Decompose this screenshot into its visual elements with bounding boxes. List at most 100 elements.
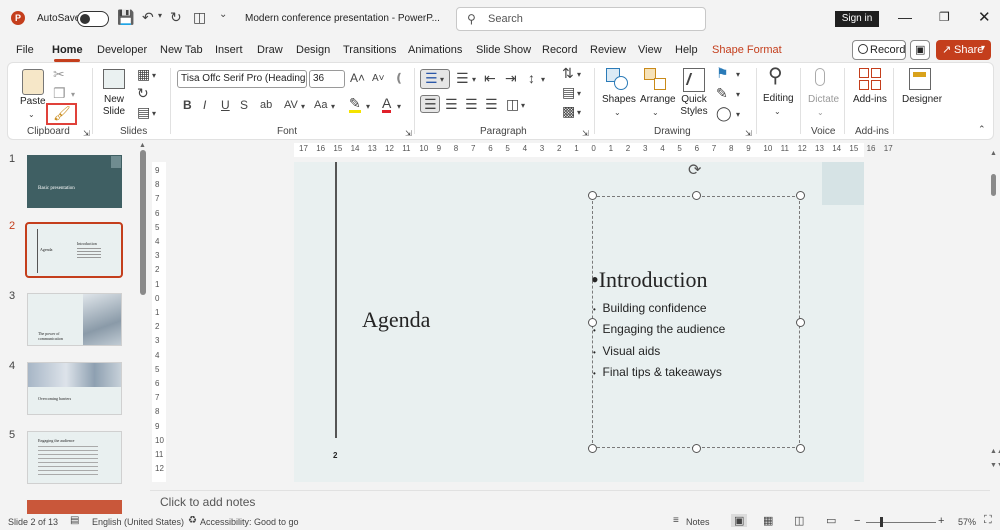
tab-view[interactable]: View <box>638 44 662 56</box>
search-box[interactable]: ⚲ Search <box>456 7 706 31</box>
redo-icon[interactable]: ↻ <box>170 9 182 26</box>
slide-sorter-icon[interactable]: ▦ <box>763 514 773 527</box>
increase-indent-icon[interactable]: ⇥ <box>505 71 517 85</box>
italic-icon[interactable]: I <box>203 98 206 112</box>
slide-title[interactable]: Agenda <box>362 307 430 333</box>
format-painter-icon[interactable]: 🖌 <box>53 106 71 120</box>
drawing-launcher-icon[interactable]: ⇲ <box>745 127 752 141</box>
notes-toggle-label[interactable]: Notes <box>686 517 710 527</box>
copy-icon[interactable]: ❐ <box>53 86 66 100</box>
shapes-label[interactable]: Shapes <box>602 94 636 105</box>
sign-in-button[interactable]: Sign in <box>835 11 879 27</box>
zoom-in-icon[interactable]: + <box>938 515 944 527</box>
change-case-icon[interactable]: Aa <box>314 98 327 112</box>
line-spacing-dropdown-icon[interactable]: ▾ <box>541 73 545 87</box>
collapse-ribbon-icon[interactable]: ⌃ <box>978 122 986 136</box>
copy-dropdown-icon[interactable]: ▾ <box>71 88 75 102</box>
font-color-dropdown-icon[interactable]: ▾ <box>397 100 401 114</box>
bold-icon[interactable]: B <box>183 98 192 112</box>
new-slide-label[interactable]: New Slide <box>99 94 129 118</box>
language-label[interactable]: English (United States) <box>92 517 184 527</box>
columns-dropdown-icon[interactable]: ▾ <box>521 99 525 113</box>
normal-view-icon[interactable]: ▣ <box>731 514 748 527</box>
font-name-select[interactable]: Tisa Offc Serif Pro (Headings) <box>177 70 307 88</box>
tab-developer[interactable]: Developer <box>97 44 147 56</box>
close-icon[interactable]: ✕ <box>978 8 991 26</box>
zoom-out-icon[interactable]: − <box>854 515 860 527</box>
shapes-dropdown-icon[interactable]: ⌄ <box>614 106 621 120</box>
font-size-select[interactable]: 36 <box>309 70 345 88</box>
slides-scroll-up-icon[interactable]: ▲ <box>139 142 146 149</box>
strikethrough-icon[interactable]: S <box>240 98 248 112</box>
next-slide-icon[interactable]: ▼▼ <box>990 462 1000 469</box>
addins-label[interactable]: Add-ins <box>853 94 887 105</box>
accessibility-icon[interactable]: ♻ <box>188 515 197 526</box>
tab-file[interactable]: File <box>16 44 34 56</box>
horizontal-ruler[interactable]: 17 16 15 14 13 12 11 10 9 8 7 6 5 4 3 2 1 0 1 2 3 4 5 6 7 8 9 10 11 1… <box>294 143 893 157</box>
tab-review[interactable]: Review <box>590 44 626 56</box>
clipboard-launcher-icon[interactable]: ⇲ <box>83 127 90 141</box>
decrease-indent-icon[interactable]: ⇤ <box>484 71 496 85</box>
customize-qat-icon[interactable]: ⌄ <box>219 9 227 20</box>
canvas-scroll-up-icon[interactable]: ▲ <box>990 150 997 157</box>
resize-handle-left[interactable] <box>588 318 597 327</box>
zoom-slider-thumb[interactable] <box>880 517 883 527</box>
cut-icon[interactable]: ✂ <box>53 67 65 81</box>
font-launcher-icon[interactable]: ⇲ <box>405 127 412 141</box>
tab-transitions[interactable]: Transitions <box>343 44 396 56</box>
line-spacing-icon[interactable]: ↕ <box>528 71 535 85</box>
text-direction-icon[interactable]: ⇅ <box>562 66 574 80</box>
tab-record[interactable]: Record <box>542 44 577 56</box>
text-direction-dropdown-icon[interactable]: ▾ <box>577 68 581 82</box>
quick-styles-icon[interactable] <box>683 68 705 92</box>
shape-fill-icon[interactable]: ⚑ <box>716 66 729 80</box>
slide-thumbnail-5[interactable]: Engaging the audience <box>27 431 122 484</box>
slides-scrollbar[interactable] <box>140 150 146 295</box>
decrease-font-icon[interactable]: A˅ <box>372 72 385 86</box>
shape-effects-icon[interactable]: ◯ <box>716 106 732 120</box>
present-icon[interactable]: ◫ <box>193 9 206 26</box>
tab-slide-show[interactable]: Slide Show <box>476 44 531 56</box>
section-icon[interactable]: ▤ <box>137 105 150 119</box>
addins-icon[interactable] <box>859 68 881 90</box>
arrange-dropdown-icon[interactable]: ⌄ <box>652 106 659 120</box>
slide-thumbnail-1[interactable]: Basic presentation <box>27 155 122 208</box>
align-text-icon[interactable]: ▤ <box>562 85 575 99</box>
shape-outline-icon[interactable]: ✎ <box>716 86 728 100</box>
notes-toggle-icon[interactable]: ≡ <box>673 515 679 526</box>
section-dropdown-icon[interactable]: ▾ <box>152 107 156 121</box>
quick-styles-label[interactable]: Quick Styles <box>677 94 711 118</box>
content-textbox[interactable]: •Introduction • Building confidence • En… <box>591 196 800 448</box>
numbering-dropdown-icon[interactable]: ▾ <box>472 73 476 87</box>
resize-handle-top[interactable] <box>692 191 701 200</box>
resize-handle-bottom-left[interactable] <box>588 444 597 453</box>
tab-design[interactable]: Design <box>296 44 330 56</box>
numbering-icon[interactable]: ☰ <box>456 71 469 85</box>
dictate-label[interactable]: Dictate <box>808 94 839 105</box>
smartart-icon[interactable]: ▩ <box>562 104 575 118</box>
shadow-icon[interactable]: ab <box>260 98 272 112</box>
highlight-icon[interactable]: ✎ <box>349 96 361 113</box>
slide-canvas[interactable]: 2 Agenda •Introduction • Building confid… <box>294 162 864 482</box>
microphone-icon[interactable] <box>815 68 825 86</box>
restore-icon[interactable]: ❐ <box>939 10 950 24</box>
rotate-handle-icon[interactable]: ⟳ <box>688 160 701 180</box>
zoom-slider[interactable] <box>866 522 936 523</box>
canvas-scrollbar[interactable] <box>991 174 996 196</box>
tab-insert[interactable]: Insert <box>215 44 243 56</box>
tab-draw[interactable]: Draw <box>257 44 283 56</box>
resize-handle-top-right[interactable] <box>796 191 805 200</box>
fit-slide-icon[interactable]: ⛶ <box>984 514 992 527</box>
reset-icon[interactable]: ↻ <box>137 86 149 100</box>
slide-thumbnail-2[interactable]: Agenda Introduction <box>25 222 123 278</box>
shape-outline-dropdown-icon[interactable]: ▾ <box>736 88 740 102</box>
tab-new-tab[interactable]: New Tab <box>160 44 203 56</box>
designer-label[interactable]: Designer <box>902 94 942 105</box>
layout-dropdown-icon[interactable]: ▾ <box>152 69 156 83</box>
highlight-dropdown-icon[interactable]: ▾ <box>366 100 370 114</box>
comments-button[interactable]: ▣ <box>910 40 930 60</box>
vertical-ruler[interactable]: 9 8 7 6 5 4 3 2 1 0 1 2 3 4 5 6 7 8 9 10 11 12 <box>152 162 166 482</box>
columns-icon[interactable]: ◫ <box>506 97 519 111</box>
resize-handle-right[interactable] <box>796 318 805 327</box>
save-icon[interactable]: 💾 <box>117 9 134 26</box>
